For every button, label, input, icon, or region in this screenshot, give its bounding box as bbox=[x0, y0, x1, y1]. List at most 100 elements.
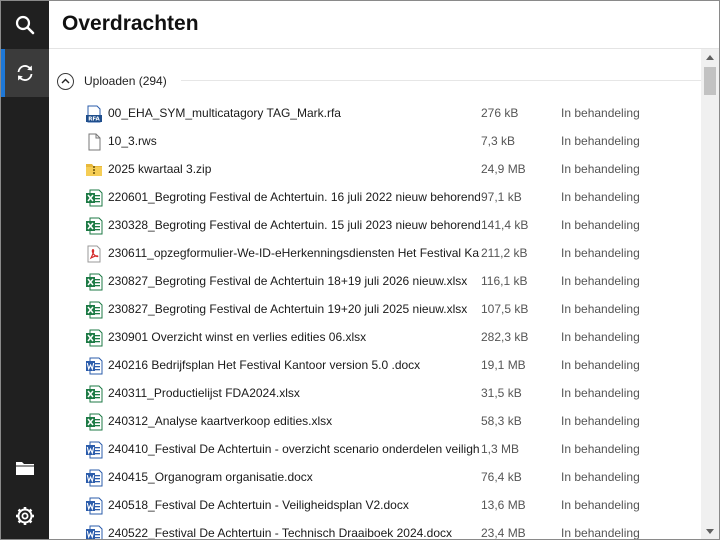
transfer-row[interactable]: 10_3.rws 7,3 kB In behandeling bbox=[49, 127, 699, 155]
file-name: 240312_Analyse kaartverkoop edities.xlsx bbox=[108, 414, 333, 428]
file-name: 230328_Begroting Festival de Achtertuin.… bbox=[108, 218, 480, 232]
excel-file-icon bbox=[85, 329, 103, 347]
file-name: 240216 Bedrijfsplan Het Festival Kantoor… bbox=[108, 358, 421, 372]
file-name: 240415_Organogram organisatie.docx bbox=[108, 470, 313, 484]
file-size: 19,1 MB bbox=[481, 358, 526, 372]
file-name: 240518_Festival De Achtertuin - Veilighe… bbox=[108, 498, 409, 512]
file-name: 2025 kwartaal 3.zip bbox=[108, 162, 212, 176]
transfers-panel: Overdrachten Uploaden (294) RFA 00_EHA_SY… bbox=[49, 1, 719, 539]
transfer-row[interactable]: 230827_Begroting Festival de Achtertuin … bbox=[49, 295, 699, 323]
scroll-down-button[interactable] bbox=[701, 525, 719, 537]
settings-button[interactable] bbox=[1, 492, 49, 539]
pdf-file-icon bbox=[85, 245, 103, 263]
transfer-status: In behandeling bbox=[561, 302, 640, 316]
transfer-row[interactable]: 240410_Festival De Achtertuin - overzich… bbox=[49, 435, 699, 463]
app-window: Overdrachten Uploaden (294) RFA 00_EHA_SY… bbox=[0, 0, 720, 540]
transfer-row[interactable]: 240522_Festival De Achtertuin - Technisc… bbox=[49, 519, 699, 540]
scroll-down-arrow-icon bbox=[706, 528, 714, 534]
transfer-row[interactable]: 230328_Begroting Festival de Achtertuin.… bbox=[49, 211, 699, 239]
generic-file-icon bbox=[85, 133, 103, 151]
scroll-up-button[interactable] bbox=[701, 51, 719, 63]
word-file-icon bbox=[85, 357, 103, 375]
vertical-scrollbar[interactable] bbox=[701, 49, 719, 539]
file-size: 107,5 kB bbox=[481, 302, 529, 316]
transfer-status: In behandeling bbox=[561, 526, 640, 540]
upload-group-label: Uploaden (294) bbox=[84, 74, 167, 88]
transfer-status: In behandeling bbox=[561, 162, 640, 176]
transfer-status: In behandeling bbox=[561, 470, 640, 484]
excel-file-icon bbox=[85, 189, 103, 207]
file-size: 1,3 MB bbox=[481, 442, 520, 456]
transfer-status: In behandeling bbox=[561, 274, 640, 288]
transfer-row[interactable]: 2025 kwartaal 3.zip 24,9 MB In behandeling bbox=[49, 155, 699, 183]
search-button[interactable] bbox=[1, 1, 49, 49]
transfer-status: In behandeling bbox=[561, 498, 640, 512]
file-size: 211,2 kB bbox=[481, 246, 528, 260]
transfer-status: In behandeling bbox=[561, 330, 640, 344]
search-icon bbox=[15, 15, 35, 35]
excel-file-icon bbox=[85, 301, 103, 319]
file-name: 00_EHA_SYM_multicatagory TAG_Mark.rfa bbox=[108, 106, 341, 120]
transfer-row[interactable]: 240216 Bedrijfsplan Het Festival Kantoor… bbox=[49, 351, 699, 379]
file-size: 76,4 kB bbox=[481, 470, 522, 484]
divider bbox=[181, 80, 701, 81]
transfer-row[interactable]: 240415_Organogram organisatie.docx 76,4 k… bbox=[49, 463, 699, 491]
word-file-icon bbox=[85, 441, 103, 459]
file-name: 230827_Begroting Festival de Achtertuin … bbox=[108, 274, 468, 288]
transfer-row[interactable]: 230611_opzegformulier-We-ID-eHerkennings… bbox=[49, 239, 699, 267]
file-size: 116,1 kB bbox=[481, 274, 528, 288]
word-file-icon bbox=[85, 469, 103, 487]
folder-icon bbox=[16, 462, 34, 475]
divider bbox=[49, 48, 719, 49]
transfer-row[interactable]: 230901 Overzicht winst en verlies editie… bbox=[49, 323, 699, 351]
excel-file-icon bbox=[85, 273, 103, 291]
file-size: 13,6 MB bbox=[481, 498, 526, 512]
transfer-status: In behandeling bbox=[561, 218, 640, 232]
file-name: 240522_Festival De Achtertuin - Technisc… bbox=[108, 526, 452, 540]
transfer-row[interactable]: 220601_Begroting Festival de Achtertuin.… bbox=[49, 183, 699, 211]
file-name: 220601_Begroting Festival de Achtertuin.… bbox=[108, 190, 480, 204]
upload-group-header[interactable]: Uploaden (294) bbox=[57, 69, 167, 93]
files-button[interactable] bbox=[1, 444, 49, 492]
file-size: 58,3 kB bbox=[481, 414, 522, 428]
transfer-status: In behandeling bbox=[561, 134, 640, 148]
transfer-status: In behandeling bbox=[561, 414, 640, 428]
chevron-up-icon bbox=[61, 78, 70, 84]
file-size: 31,5 kB bbox=[481, 386, 522, 400]
file-size: 24,9 MB bbox=[481, 162, 526, 176]
file-size: 141,4 kB bbox=[481, 218, 529, 232]
revit-file-icon: RFA bbox=[85, 105, 103, 123]
excel-file-icon bbox=[85, 385, 103, 403]
transfer-status: In behandeling bbox=[561, 106, 640, 120]
file-name: 240410_Festival De Achtertuin - overzich… bbox=[108, 442, 480, 456]
file-name: 230827_Begroting Festival de Achtertuin … bbox=[108, 302, 468, 316]
file-name: 230611_opzegformulier-We-ID-eHerkennings… bbox=[108, 246, 480, 260]
transfer-row[interactable]: 230827_Begroting Festival de Achtertuin … bbox=[49, 267, 699, 295]
file-size: 97,1 kB bbox=[481, 190, 522, 204]
sidebar bbox=[1, 1, 49, 539]
word-file-icon bbox=[85, 525, 103, 539]
transfer-row[interactable]: 240518_Festival De Achtertuin - Veilighe… bbox=[49, 491, 699, 519]
gear-icon bbox=[16, 507, 34, 525]
scroll-thumb[interactable] bbox=[704, 67, 716, 95]
file-name: 240311_Productielijst FDA2024.xlsx bbox=[108, 386, 300, 400]
file-size: 276 kB bbox=[481, 106, 519, 120]
transfer-row[interactable]: 240312_Analyse kaartverkoop edities.xlsx… bbox=[49, 407, 699, 435]
zip-folder-icon bbox=[85, 161, 103, 179]
transfers-button[interactable] bbox=[1, 49, 49, 97]
transfer-status: In behandeling bbox=[561, 190, 640, 204]
file-name: 10_3.rws bbox=[108, 134, 157, 148]
collapse-toggle[interactable] bbox=[57, 72, 74, 90]
transfer-status: In behandeling bbox=[561, 246, 640, 260]
transfer-row[interactable]: RFA 00_EHA_SYM_multicatagory TAG_Mark.rfa… bbox=[49, 99, 699, 127]
transfer-row[interactable]: 240311_Productielijst FDA2024.xlsx 31,5 k… bbox=[49, 379, 699, 407]
file-size: 282,3 kB bbox=[481, 330, 529, 344]
file-name: 230901 Overzicht winst en verlies editie… bbox=[108, 330, 367, 344]
excel-file-icon bbox=[85, 413, 103, 431]
file-size: 7,3 kB bbox=[481, 134, 516, 148]
page-title: Overdrachten bbox=[62, 12, 199, 35]
transfer-status: In behandeling bbox=[561, 386, 640, 400]
word-file-icon bbox=[85, 497, 103, 515]
file-size: 23,4 MB bbox=[481, 526, 526, 540]
excel-file-icon bbox=[85, 217, 103, 235]
